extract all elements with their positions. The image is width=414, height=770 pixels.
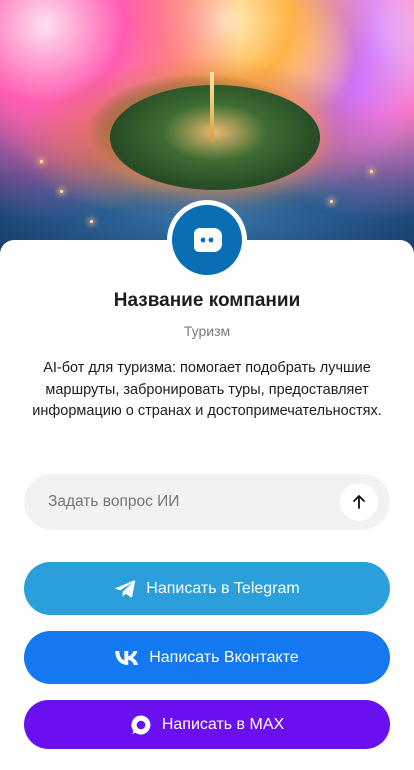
avatar xyxy=(167,200,247,280)
arrow-up-icon xyxy=(353,495,365,509)
ask-ai-field xyxy=(24,474,390,530)
fortress-island xyxy=(110,85,320,190)
company-description: AI-бот для туризма: помогает подобрать л… xyxy=(32,360,382,419)
boat-light xyxy=(370,170,373,173)
boat-light xyxy=(90,220,93,223)
cathedral-spire xyxy=(210,72,214,142)
ask-ai-input[interactable] xyxy=(48,493,340,511)
company-category: Туризм xyxy=(183,323,231,339)
max-icon xyxy=(130,714,152,736)
max-button-label: Написать в MAX xyxy=(161,715,285,733)
vk-button[interactable]: Написать Вконтакте xyxy=(24,631,390,684)
boat-light xyxy=(40,160,43,163)
max-button[interactable]: Написать в MAX xyxy=(24,700,390,749)
chat-bot-icon xyxy=(172,205,242,275)
company-name: Название компании xyxy=(113,290,301,311)
send-button[interactable] xyxy=(340,483,378,521)
telegram-button-label: Написать в Telegram xyxy=(146,579,300,597)
vk-icon xyxy=(115,650,139,665)
telegram-button[interactable]: Написать в Telegram xyxy=(24,562,390,615)
telegram-icon xyxy=(114,579,136,599)
boat-light xyxy=(330,200,333,203)
boat-light xyxy=(60,190,63,193)
vk-button-label: Написать Вконтакте xyxy=(149,648,299,666)
